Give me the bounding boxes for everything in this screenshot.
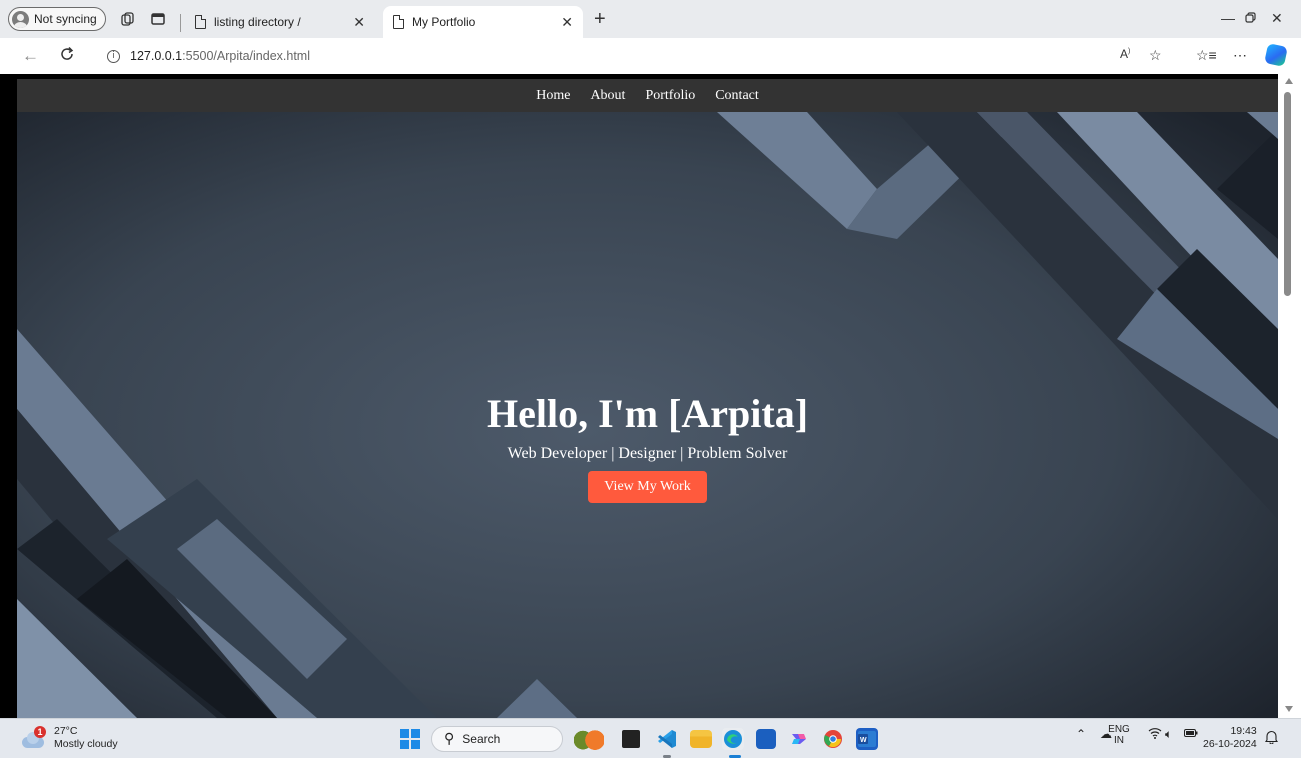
view-my-work-button[interactable]: View My Work [588, 471, 707, 503]
system-clock[interactable]: 19:43 26-10-2024 [1203, 725, 1257, 751]
refresh-icon[interactable] [59, 46, 75, 67]
weather-condition: Mostly cloudy [54, 738, 118, 750]
favorites-list-icon[interactable]: ☆≡ [1196, 47, 1217, 64]
tray-overflow-icon[interactable]: ⌃ [1076, 727, 1086, 741]
scroll-down-icon[interactable] [1285, 706, 1293, 712]
profile-avatar-icon [12, 10, 29, 28]
page-scrollbar[interactable] [1278, 74, 1301, 718]
store-app-icon[interactable] [756, 729, 776, 749]
minimize-icon[interactable]: — [1221, 10, 1235, 26]
close-window-icon[interactable]: ✕ [1271, 10, 1283, 27]
search-icon: ⚲ [444, 731, 455, 747]
file-explorer-icon[interactable] [690, 730, 712, 748]
workspaces-icon[interactable] [120, 11, 136, 27]
tab-close-icon[interactable]: ✕ [561, 14, 573, 31]
volume-icon[interactable]: 🔈︎ [1165, 727, 1172, 742]
tab-title: My Portfolio [412, 15, 476, 29]
terminal-app-icon[interactable] [622, 730, 640, 748]
scroll-up-icon[interactable] [1285, 78, 1293, 84]
tab-title: listing directory / [214, 15, 301, 29]
chrome-icon[interactable] [822, 728, 844, 750]
site-nav: Home About Portfolio Contact [17, 79, 1278, 112]
clock-date: 26-10-2024 [1203, 738, 1257, 750]
scrollbar-thumb[interactable] [1284, 92, 1291, 296]
restore-icon[interactable] [1245, 10, 1256, 26]
taskbar-search[interactable]: ⚲ Search [431, 726, 563, 752]
edge-browser-icon[interactable] [722, 728, 744, 750]
battery-icon[interactable] [1184, 727, 1198, 741]
windows-taskbar: 27°C Mostly cloudy 1 ⚲ Search W ⌃ ☁ ENG I… [0, 718, 1301, 758]
language-indicator[interactable]: ENG IN [1104, 724, 1134, 746]
tab-listing-directory[interactable]: listing directory / ✕ [185, 6, 375, 38]
read-aloud-icon[interactable]: A) [1120, 47, 1130, 61]
more-menu-icon[interactable]: ⋯ [1233, 47, 1247, 64]
site-info-icon[interactable]: i [107, 49, 120, 63]
profile-button[interactable]: Not syncing [8, 7, 106, 31]
weather-temp: 27°C [54, 725, 78, 737]
url-text: 127.0.0.1:5500/Arpita/index.html [130, 49, 310, 63]
nav-link-about[interactable]: About [590, 88, 625, 104]
address-bar: ← i 127.0.0.1:5500/Arpita/index.html A) … [0, 38, 1301, 74]
nav-link-home[interactable]: Home [536, 88, 570, 104]
search-label: Search [462, 732, 501, 746]
back-icon[interactable]: ← [22, 46, 39, 66]
url-field[interactable]: i 127.0.0.1:5500/Arpita/index.html [93, 43, 1183, 69]
nav-link-portfolio[interactable]: Portfolio [645, 88, 695, 104]
svg-text:W: W [860, 737, 867, 744]
tab-actions-icon[interactable] [150, 11, 166, 27]
clock-time: 19:43 [1230, 725, 1257, 737]
tab-divider [180, 14, 181, 32]
profile-label: Not syncing [34, 12, 97, 26]
wifi-icon[interactable] [1148, 727, 1162, 742]
windows-start-icon[interactable] [400, 729, 420, 749]
hero-subtitle: Web Developer | Designer | Problem Solve… [507, 445, 788, 462]
copilot-app-icon[interactable] [788, 728, 810, 750]
tab-my-portfolio[interactable]: My Portfolio ✕ [383, 6, 583, 38]
tab-close-icon[interactable]: ✕ [353, 14, 365, 31]
weather-alert-badge: 1 [34, 726, 46, 738]
notification-bell-icon[interactable] [1264, 730, 1279, 747]
page-icon [393, 15, 404, 29]
nav-link-contact[interactable]: Contact [715, 88, 759, 104]
page-icon [195, 15, 206, 29]
new-tab-icon[interactable]: + [594, 9, 606, 29]
hero-section: Hello, I'm [Arpita] Web Developer | Desi… [17, 389, 1278, 503]
page-viewport: Home About Portfolio Contact Hello, I'm … [17, 79, 1278, 718]
fruit-app-icon[interactable] [574, 728, 604, 750]
hero-title: Hello, I'm [Arpita] [486, 391, 809, 436]
vscode-icon[interactable] [656, 728, 678, 750]
favorite-star-icon[interactable]: ☆ [1149, 47, 1162, 64]
word-icon[interactable]: W [856, 728, 878, 750]
